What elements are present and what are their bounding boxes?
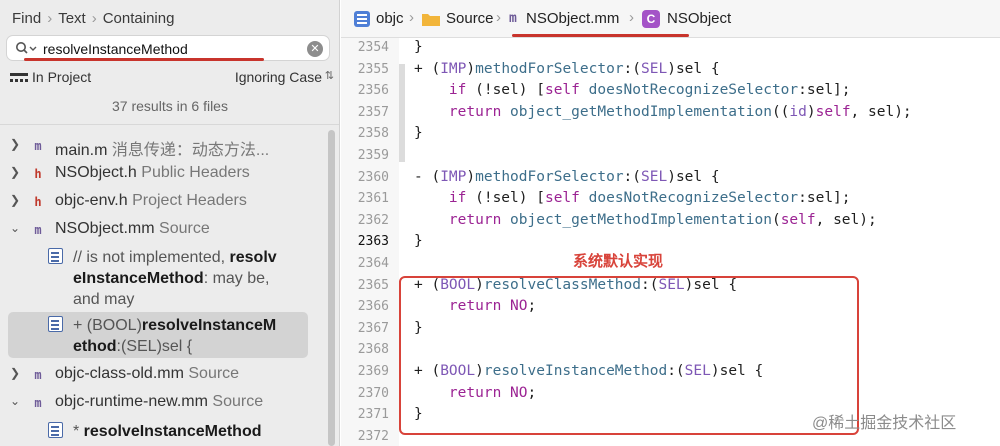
code-line[interactable]: + (IMP)methodForSelector:(SEL)sel { (414, 61, 720, 77)
annotation-label: 系统默认实现 (570, 250, 667, 271)
code-line[interactable]: return object_getMethodImplementation(se… (414, 212, 877, 228)
file-name: objc-runtime-new.mm (55, 393, 208, 410)
line-number[interactable]: 2364 (341, 256, 389, 271)
highlight-box (399, 276, 859, 435)
disclosure-triangle-icon[interactable]: ❯ (10, 366, 22, 380)
line-number[interactable]: 2363 (341, 234, 389, 249)
m-file-icon: m (34, 223, 42, 237)
chevron-right-icon: › (47, 9, 53, 27)
code-line[interactable]: if (!sel) [self doesNotRecognizeSelector… (414, 190, 851, 206)
line-number[interactable]: 2367 (341, 321, 389, 336)
m-file-icon: m (509, 11, 517, 26)
find-mode-text[interactable]: Text (58, 10, 86, 27)
jump-bar-crumb-project[interactable]: objc (376, 10, 404, 27)
watermark: @稀土掘金技术社区 (812, 415, 957, 432)
file-desc: Source (188, 365, 240, 382)
line-number[interactable]: 2360 (341, 170, 389, 185)
line-number[interactable]: 2372 (341, 429, 389, 444)
file-desc: Source (212, 393, 264, 410)
line-number[interactable]: 2354 (341, 40, 389, 55)
jump-bar-highlight-underline (512, 34, 689, 37)
search-options-row: In Project Ignoring Case ⇅ (10, 68, 334, 88)
jump-bar-crumb-file[interactable]: NSObject.mm (526, 10, 619, 27)
up-down-chevron-icon: ⇅ (324, 70, 334, 82)
chevron-right-icon: › (496, 9, 501, 26)
file-name: objc-class-old.mm (55, 365, 184, 382)
file-desc: Public Headers (141, 164, 250, 181)
search-icon[interactable] (15, 41, 39, 57)
file-name: main.m (55, 142, 108, 159)
result-match-row[interactable]: // is not implemented, resolv eInstanceM… (0, 245, 326, 311)
find-mode-find[interactable]: Find (12, 10, 41, 27)
code-line[interactable]: if (!sel) [self doesNotRecognizeSelector… (414, 82, 851, 98)
disclosure-triangle-icon[interactable]: ❯ (10, 137, 22, 151)
divider (0, 124, 339, 125)
result-match-row[interactable]: * resolveInstanceMethod (0, 419, 326, 443)
chevron-right-icon: › (409, 9, 414, 26)
file-name: NSObject.mm (55, 220, 155, 237)
results-count: 37 results in 6 files (112, 98, 228, 114)
disclosure-triangle-open-icon[interactable]: ⌄ (10, 394, 22, 408)
project-icon (354, 11, 370, 27)
search-scope-selector[interactable]: In Project (32, 69, 91, 85)
search-highlight-underline (24, 58, 264, 61)
disclosure-triangle-open-icon[interactable]: ⌄ (10, 221, 22, 235)
line-number[interactable]: 2366 (341, 299, 389, 314)
line-number[interactable]: 2356 (341, 83, 389, 98)
code-line[interactable]: } (414, 39, 423, 55)
m-file-icon: m (34, 368, 42, 382)
h-file-icon: h (34, 167, 42, 181)
result-match-row-selected[interactable]: + (BOOL)resolveInstanceM ethod:(SEL)sel … (0, 313, 326, 357)
line-number[interactable]: 2359 (341, 148, 389, 163)
disclosure-triangle-icon[interactable]: ❯ (10, 193, 22, 207)
line-number[interactable]: 2370 (341, 386, 389, 401)
scope-icon (10, 73, 28, 82)
jump-bar-crumb-class[interactable]: NSObject (667, 10, 731, 27)
file-name: NSObject.h (55, 164, 137, 181)
disclosure-triangle-icon[interactable]: ❯ (10, 165, 22, 179)
line-number[interactable]: 2369 (341, 364, 389, 379)
h-file-icon: h (34, 195, 42, 209)
text-match-icon (48, 422, 63, 438)
chevron-right-icon: › (629, 9, 634, 26)
line-number[interactable]: 2361 (341, 191, 389, 206)
file-name: objc-env.h (55, 192, 128, 209)
clear-search-icon[interactable]: ✕ (307, 41, 323, 57)
find-mode-containing[interactable]: Containing (103, 10, 175, 27)
code-line[interactable]: - (IMP)methodForSelector:(SEL)sel { (414, 169, 720, 185)
navigator-scrollbar[interactable] (328, 130, 335, 446)
text-match-icon (48, 248, 63, 264)
file-desc: 消息传递：动态方法... (111, 142, 270, 159)
change-indicator-bar (399, 64, 405, 162)
line-number[interactable]: 2368 (341, 342, 389, 357)
chevron-right-icon: › (91, 9, 97, 27)
line-number[interactable]: 2365 (341, 278, 389, 293)
case-sensitivity-selector[interactable]: Ignoring Case (235, 69, 322, 85)
class-icon: C (642, 10, 660, 28)
file-desc: Source (159, 220, 210, 237)
find-breadcrumb: Find › Text › Containing (12, 8, 174, 28)
code-line[interactable]: } (414, 233, 423, 249)
code-line[interactable]: return object_getMethodImplementation((i… (414, 104, 912, 120)
line-number[interactable]: 2357 (341, 105, 389, 120)
text-match-icon (48, 316, 63, 332)
jump-bar-crumb-folder[interactable]: Source (446, 10, 494, 27)
code-line[interactable]: } (414, 125, 423, 141)
m-file-icon: m (34, 396, 42, 410)
search-input[interactable] (43, 39, 303, 59)
line-number[interactable]: 2362 (341, 213, 389, 228)
find-navigator: Find › Text › Containing ✕ In Project Ig… (0, 0, 340, 446)
line-number[interactable]: 2355 (341, 62, 389, 77)
line-number[interactable]: 2358 (341, 126, 389, 141)
line-number[interactable]: 2371 (341, 407, 389, 422)
file-desc: Project Headers (132, 192, 247, 209)
folder-icon (422, 14, 440, 26)
m-file-icon: m (34, 139, 42, 153)
jump-bar: objc › Source › m NSObject.mm › C NSObje… (341, 0, 1000, 38)
